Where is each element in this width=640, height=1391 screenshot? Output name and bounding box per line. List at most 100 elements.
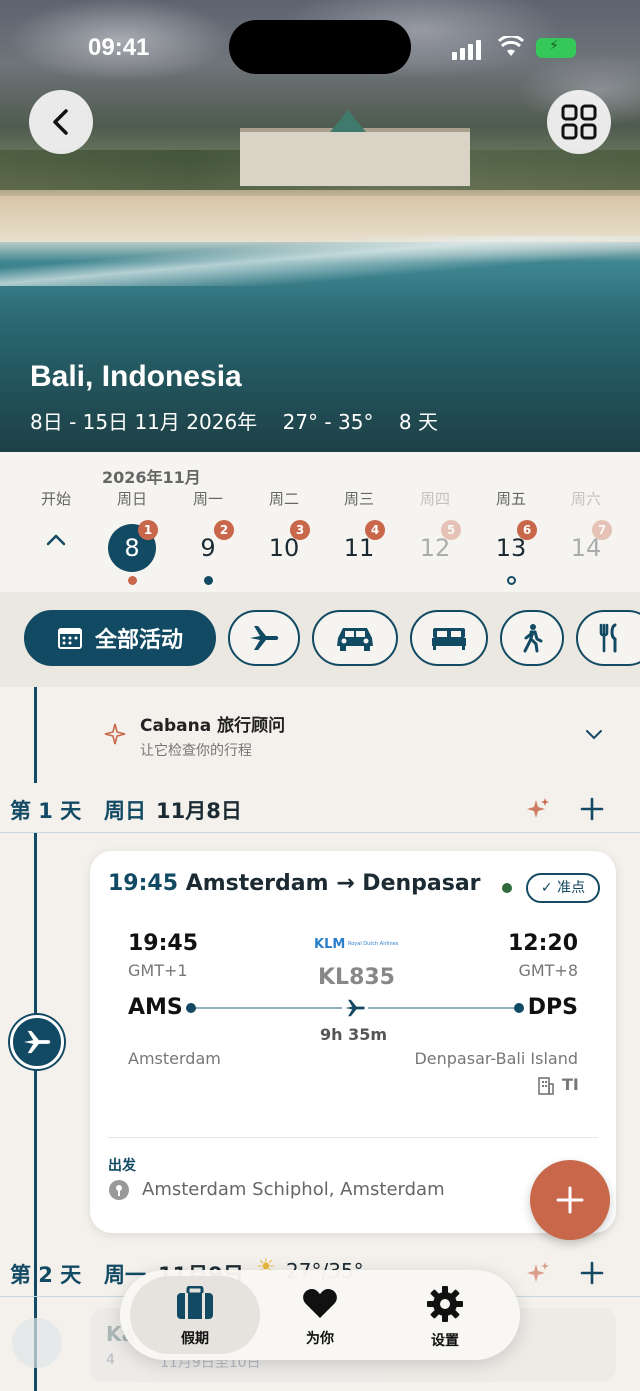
activity-filter-bar: 全部活动 — [0, 592, 640, 687]
arrival-airport-code: DPS — [527, 995, 578, 1020]
filter-flights[interactable] — [228, 610, 300, 666]
calendar-day-14[interactable]: 周六 14 7 — [556, 488, 616, 572]
tab-vacation[interactable]: 假期 — [130, 1276, 260, 1354]
activity-count-badge: 6 — [517, 520, 537, 540]
filter-lodging[interactable] — [410, 610, 488, 666]
calendar-day-9[interactable]: 周一 92 — [178, 488, 238, 585]
filter-cars[interactable] — [312, 610, 398, 666]
activity-count-badge: 5 — [441, 520, 461, 540]
trip-duration: 8 天 — [398, 410, 438, 434]
battery-icon — [536, 38, 576, 58]
building-icon — [538, 1077, 554, 1095]
ai-sparkle-icon[interactable] — [526, 1261, 550, 1285]
calendar-start-button[interactable]: 开始 — [26, 488, 86, 554]
activity-count-badge: 3 — [290, 520, 310, 540]
timeline-line — [34, 687, 37, 783]
departure-timezone: GMT+1 — [128, 961, 188, 980]
advisor-subtitle: 让它检查你的行程 — [140, 743, 252, 759]
tab-settings[interactable]: 设置 — [380, 1276, 510, 1354]
trip-title: Bali, Indonesia — [30, 360, 242, 393]
calendar-day-13[interactable]: 周五 13 6 — [481, 488, 541, 585]
departure-city: Amsterdam — [128, 1049, 221, 1068]
card-divider — [108, 1137, 598, 1138]
status-icons — [452, 36, 582, 60]
calendar-day-11[interactable]: 周三 11 4 — [329, 488, 389, 572]
walk-icon — [523, 624, 543, 653]
day-weekday: 周日 — [104, 799, 146, 823]
filter-restaurants[interactable] — [576, 610, 640, 666]
airline-logo: KLM — [314, 937, 346, 952]
event-dot — [506, 576, 516, 585]
signal-bar — [452, 52, 457, 60]
back-button[interactable] — [29, 90, 93, 154]
sparkle-icon — [104, 723, 126, 745]
tab-for-you[interactable]: 为你 — [255, 1276, 385, 1354]
tab-label: 假期 — [181, 1331, 209, 1347]
add-activity-button[interactable] — [530, 1160, 610, 1240]
live-status-dot — [502, 883, 512, 893]
add-icon[interactable] — [580, 797, 604, 821]
arrival-time: 12:20 — [507, 931, 578, 956]
calendar-day-12[interactable]: 周四 12 5 — [405, 488, 465, 572]
day-date: 11月8日 — [156, 799, 242, 823]
terminal-label: TI — [562, 1075, 579, 1094]
day-number: 12 5 — [411, 520, 461, 572]
chevron-down-icon[interactable] — [584, 727, 604, 741]
filter-walking[interactable] — [500, 610, 564, 666]
filter-all-label: 全部活动 — [94, 628, 183, 653]
flight-card-title: 19:45 Amsterdam → Denpasar — [108, 871, 481, 896]
ai-sparkle-icon[interactable] — [526, 797, 550, 821]
calendar-month: 2026年11月 — [102, 468, 201, 487]
status-time: 09:41 — [88, 34, 150, 61]
suitcase-icon — [177, 1285, 213, 1319]
weekday-label: 周二 — [268, 490, 299, 508]
weekday-label: 周三 — [343, 490, 374, 508]
plus-icon — [556, 1186, 584, 1214]
filter-all-activities[interactable]: 全部活动 — [24, 610, 216, 666]
dynamic-island — [229, 20, 411, 74]
plane-icon — [24, 1030, 51, 1054]
gear-icon — [427, 1286, 463, 1322]
grid-menu-button[interactable] — [547, 90, 611, 154]
cabana-advisor-row[interactable]: Cabana 旅行顾问 让它检查你的行程 — [100, 711, 285, 760]
airline-logo-subtitle: Royal Dutch Airlines — [348, 941, 399, 947]
day-number: 81 — [108, 520, 158, 572]
flight-number: KL835 — [318, 965, 395, 990]
day-number: 10 3 — [260, 520, 310, 572]
add-icon[interactable] — [580, 1261, 604, 1285]
car-icon — [337, 628, 373, 651]
day-number-label: 第 1 天 — [10, 799, 82, 823]
heart-icon — [303, 1289, 337, 1318]
activity-count-badge: 7 — [592, 520, 612, 540]
signal-bar — [460, 48, 465, 60]
weekday-label: 周一 — [192, 490, 223, 508]
wifi-icon — [498, 36, 524, 56]
event-dot — [127, 576, 137, 585]
calendar-day-10[interactable]: 周二 10 3 — [254, 488, 314, 572]
location-pin-icon — [12, 1318, 62, 1368]
weekday-label: 周六 — [570, 490, 601, 508]
flight-duration: 9h 35m — [320, 1025, 388, 1044]
on-time-badge: ✓ 准点 — [526, 873, 600, 903]
flight-timeline-icon — [10, 1015, 64, 1069]
weekday-label: 周四 — [419, 490, 450, 508]
activity-count-badge: 1 — [138, 520, 158, 540]
calendar-strip: 2026年11月 开始 周日 81 周一 92 周二 10 3 周三 11 4 周四… — [0, 452, 640, 592]
trip-temp-range: 27° - 35° — [282, 410, 374, 434]
plane-icon — [250, 626, 279, 650]
restaurant-icon — [599, 623, 617, 653]
start-label: 开始 — [40, 490, 71, 508]
arrival-timezone: GMT+8 — [518, 961, 578, 980]
advisor-title: Cabana 旅行顾问 — [140, 716, 286, 736]
weekday-label: 周日 — [116, 490, 147, 508]
bottom-tab-bar: 假期 为你 设置 — [120, 1270, 520, 1360]
bed-icon — [432, 628, 466, 650]
grid-icon — [561, 104, 597, 140]
flight-route: Amsterdam → Denpasar — [185, 871, 481, 896]
day-number-label: 第 2 天 — [10, 1263, 82, 1287]
calendar-day-8[interactable]: 周日 81 — [102, 488, 162, 585]
departure-time: 19:45 — [128, 931, 199, 956]
tab-label: 为你 — [306, 1331, 334, 1347]
trip-summary: 8日 - 15日 11月 2026年 27° - 35° 8 天 — [30, 406, 438, 435]
plane-icon — [342, 997, 368, 1019]
